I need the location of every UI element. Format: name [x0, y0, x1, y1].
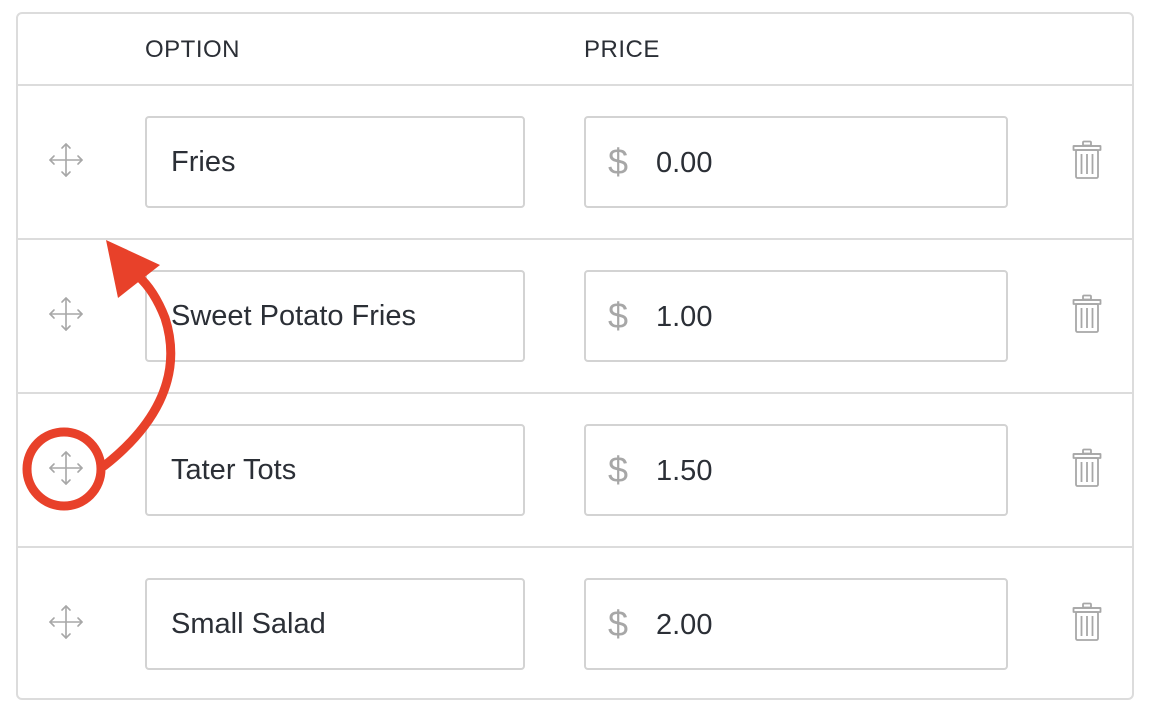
trash-icon[interactable]	[1072, 448, 1102, 488]
drag-handle-icon[interactable]	[48, 450, 84, 486]
drag-handle-icon[interactable]	[48, 296, 84, 332]
table-row: Sweet Potato Fries $ 1.00	[18, 240, 1132, 394]
option-name-input[interactable]: Fries	[145, 116, 525, 208]
price-value: 0.00	[656, 147, 713, 179]
option-name-input[interactable]: Small Salad	[145, 578, 525, 670]
price-value: 1.00	[656, 301, 713, 333]
dollar-icon: $	[608, 295, 629, 336]
dollar-icon: $	[608, 603, 629, 644]
option-column-header: OPTION	[145, 36, 241, 63]
price-value: 1.50	[656, 455, 713, 487]
drag-handle-icon[interactable]	[48, 604, 84, 640]
price-input[interactable]: $ 0.00	[584, 116, 1008, 208]
trash-icon[interactable]	[1072, 294, 1102, 334]
price-input[interactable]: $ 2.00	[584, 578, 1008, 670]
option-name-input[interactable]: Tater Tots	[145, 424, 525, 516]
trash-icon[interactable]	[1072, 140, 1102, 180]
trash-icon[interactable]	[1072, 602, 1102, 642]
options-table: OPTION PRICE Fries $ 0.00 Sweet Potato F…	[16, 12, 1134, 700]
price-input[interactable]: $ 1.00	[584, 270, 1008, 362]
table-row: Fries $ 0.00	[18, 86, 1132, 240]
dollar-icon: $	[608, 449, 629, 490]
dollar-icon: $	[608, 141, 629, 182]
table-header: OPTION PRICE	[18, 14, 1132, 86]
table-row: Small Salad $ 2.00	[18, 548, 1132, 700]
table-row: Tater Tots $ 1.50	[18, 394, 1132, 548]
drag-handle-icon[interactable]	[48, 142, 84, 178]
option-name-input[interactable]: Sweet Potato Fries	[145, 270, 525, 362]
price-column-header: PRICE	[584, 36, 660, 63]
price-input[interactable]: $ 1.50	[584, 424, 1008, 516]
price-value: 2.00	[656, 609, 713, 641]
